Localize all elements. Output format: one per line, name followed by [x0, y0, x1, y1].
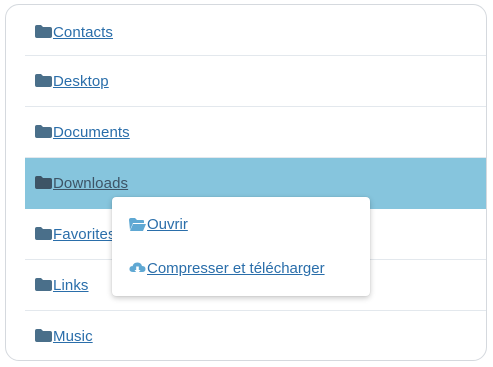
folder-icon [35, 175, 52, 189]
folder-link-documents[interactable]: Documents [53, 124, 130, 141]
folder-row-contacts[interactable]: Contacts [25, 9, 486, 56]
folder-icon [35, 24, 52, 38]
folder-row-music[interactable]: Music [25, 311, 486, 360]
folder-link-music[interactable]: Music [53, 328, 93, 345]
folder-row-desktop[interactable]: Desktop [25, 56, 486, 107]
folder-icon [35, 328, 52, 342]
folder-row-documents[interactable]: Documents [25, 107, 486, 158]
folder-icon [35, 277, 52, 291]
folder-link-favorites[interactable]: Favorites [53, 226, 116, 243]
context-menu: Ouvrir Compresser et télécharger [112, 197, 370, 296]
folder-icon [35, 124, 52, 138]
cloud-download-icon [129, 262, 146, 275]
context-menu-compress-download-label[interactable]: Compresser et télécharger [147, 260, 325, 277]
folder-open-icon [129, 218, 146, 231]
folder-list: Contacts Desktop Documents Downloads Fav… [25, 9, 486, 360]
folder-icon [35, 73, 52, 87]
folder-link-downloads[interactable]: Downloads [53, 175, 128, 192]
folder-link-desktop[interactable]: Desktop [53, 73, 109, 90]
folder-link-links[interactable]: Links [53, 277, 89, 294]
folder-link-contacts[interactable]: Contacts [53, 24, 113, 41]
context-menu-open[interactable]: Ouvrir [129, 216, 188, 233]
file-browser-panel: Contacts Desktop Documents Downloads Fav… [5, 4, 487, 361]
context-menu-compress-download[interactable]: Compresser et télécharger [129, 260, 325, 277]
context-menu-open-label[interactable]: Ouvrir [147, 216, 188, 233]
folder-icon [35, 226, 52, 240]
